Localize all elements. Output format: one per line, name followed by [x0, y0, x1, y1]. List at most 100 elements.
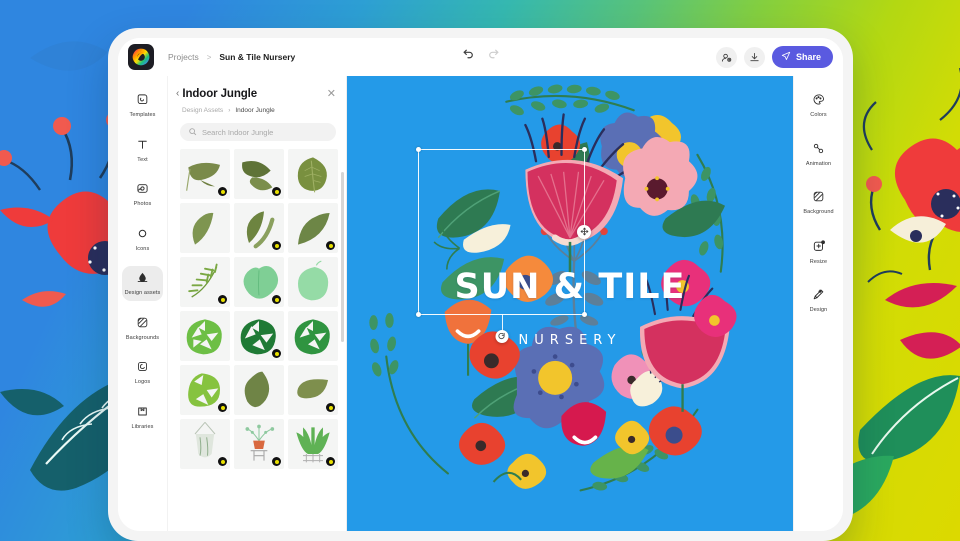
share-send-icon	[781, 51, 791, 63]
panel-scrollbar[interactable]	[341, 172, 344, 342]
app-body: Templates Text Photos Icons Design asset…	[118, 76, 843, 531]
animation-icon	[812, 142, 825, 160]
sidebar-item-backgrounds[interactable]: Backgrounds	[122, 311, 163, 346]
selection-frame[interactable]	[416, 146, 592, 343]
sidebar-item-icons[interactable]: Icons	[122, 222, 163, 257]
screenshot-stage: Projects > Sun & Tile Nursery Share Temp…	[0, 0, 960, 541]
asset-thumbnail[interactable]	[234, 257, 284, 307]
premium-badge-icon	[272, 187, 281, 196]
resize-handle-top-left[interactable]	[416, 146, 422, 152]
asset-thumbnail[interactable]	[234, 365, 284, 415]
background-icon	[812, 190, 825, 208]
design-wand-icon	[812, 288, 825, 306]
asset-thumbnail[interactable]	[288, 311, 338, 361]
undo-redo-group	[462, 48, 500, 66]
sidebar-item-label: Libraries	[131, 423, 154, 430]
sidebar-item-label: Design	[809, 307, 828, 313]
app-top-bar: Projects > Sun & Tile Nursery Share	[118, 38, 843, 76]
asset-grid	[168, 147, 346, 531]
asset-thumbnail[interactable]	[180, 365, 230, 415]
asset-thumbnail[interactable]	[180, 419, 230, 469]
sidebar-item-background[interactable]: Background	[798, 185, 839, 220]
app-screen: Projects > Sun & Tile Nursery Share Temp…	[118, 38, 843, 531]
asset-thumbnail[interactable]	[288, 203, 338, 253]
asset-thumbnail[interactable]	[180, 257, 230, 307]
libraries-icon	[136, 405, 149, 423]
sidebar-item-design-assets[interactable]: Design assets	[122, 266, 163, 301]
move-handle[interactable]	[577, 224, 592, 239]
panel-breadcrumb-separator-icon: ›	[228, 107, 231, 114]
panel-header: ‹ Indoor Jungle ✕	[168, 76, 346, 104]
design-subtitle-text[interactable]: NURSERY	[347, 333, 793, 348]
right-tool-rail: Colors Animation Background Resize Desig…	[793, 76, 843, 531]
breadcrumb-separator-icon: >	[206, 52, 212, 62]
premium-badge-icon	[272, 349, 281, 358]
adobe-express-logo[interactable]	[128, 44, 154, 70]
sidebar-item-label: Animation	[805, 160, 832, 167]
sidebar-item-photos[interactable]: Photos	[122, 177, 163, 212]
breadcrumb: Projects > Sun & Tile Nursery	[168, 52, 295, 62]
premium-badge-icon	[218, 187, 227, 196]
backgrounds-icon	[136, 316, 149, 334]
undo-icon[interactable]	[462, 48, 475, 66]
resize-icon	[812, 239, 826, 258]
asset-thumbnail[interactable]	[288, 365, 338, 415]
sidebar-item-label: Icons	[135, 245, 150, 252]
premium-badge-icon	[272, 457, 281, 466]
panel-back-chevron-icon[interactable]: ‹	[176, 89, 179, 99]
asset-thumbnail[interactable]	[180, 311, 230, 361]
share-button-label: Share	[795, 52, 821, 62]
asset-thumbnail[interactable]	[234, 311, 284, 361]
invite-collaborator-button[interactable]	[715, 46, 737, 68]
asset-thumbnail[interactable]	[288, 149, 338, 199]
premium-badge-icon	[218, 403, 227, 412]
asset-thumbnail[interactable]	[234, 203, 284, 253]
premium-badge-icon	[326, 457, 335, 466]
premium-badge-icon	[218, 457, 227, 466]
premium-badge-icon	[326, 403, 335, 412]
share-button[interactable]: Share	[771, 46, 833, 68]
sidebar-item-logos[interactable]: Logos	[122, 355, 163, 390]
sidebar-item-label: Photos	[133, 201, 152, 207]
text-icon	[136, 138, 149, 156]
sidebar-item-resize[interactable]: Resize	[798, 234, 839, 270]
design-assets-panel: ‹ Indoor Jungle ✕ Design Assets › Indoor…	[168, 76, 347, 531]
panel-breadcrumb-parent[interactable]: Design Assets	[182, 107, 223, 114]
sidebar-item-label: Colors	[810, 112, 827, 118]
premium-badge-icon	[272, 295, 281, 304]
asset-thumbnail[interactable]	[180, 203, 230, 253]
tablet-device-frame: Projects > Sun & Tile Nursery Share Temp…	[108, 28, 853, 541]
close-icon[interactable]: ✕	[327, 88, 336, 100]
sidebar-item-libraries[interactable]: Libraries	[122, 400, 163, 435]
premium-badge-icon	[272, 241, 281, 250]
sidebar-item-colors[interactable]: Colors	[798, 88, 839, 123]
premium-badge-icon	[218, 295, 227, 304]
sidebar-item-animation[interactable]: Animation	[798, 137, 839, 172]
sidebar-item-text[interactable]: Text	[122, 133, 163, 168]
sidebar-item-templates[interactable]: Templates	[122, 88, 163, 123]
sidebar-item-label: Resize	[809, 258, 828, 265]
asset-thumbnail[interactable]	[180, 149, 230, 199]
premium-badge-icon	[326, 241, 335, 250]
download-button[interactable]	[743, 46, 765, 68]
rotate-handle[interactable]	[495, 329, 509, 343]
top-bar-actions: Share	[715, 46, 833, 68]
sidebar-item-label: Logos	[134, 379, 151, 385]
sidebar-item-design[interactable]: Design	[798, 283, 839, 318]
asset-thumbnail[interactable]	[288, 257, 338, 307]
asset-thumbnail[interactable]	[288, 419, 338, 469]
design-assets-icon	[136, 271, 149, 289]
panel-breadcrumb: Design Assets › Indoor Jungle	[168, 104, 346, 114]
icons-icon	[136, 227, 149, 245]
panel-breadcrumb-current: Indoor Jungle	[235, 107, 275, 114]
asset-thumbnail[interactable]	[234, 149, 284, 199]
breadcrumb-projects-link[interactable]: Projects	[168, 52, 199, 62]
search-input[interactable]: Search Indoor Jungle	[180, 123, 336, 141]
logos-icon	[136, 360, 149, 378]
asset-thumbnail[interactable]	[234, 419, 284, 469]
sidebar-item-label: Templates	[129, 112, 156, 118]
sidebar-item-label: Backgrounds	[125, 334, 160, 341]
design-canvas[interactable]: SUN & TILE NURSERY	[347, 76, 793, 531]
left-tool-rail: Templates Text Photos Icons Design asset…	[118, 76, 168, 531]
redo-icon[interactable]	[487, 48, 500, 66]
